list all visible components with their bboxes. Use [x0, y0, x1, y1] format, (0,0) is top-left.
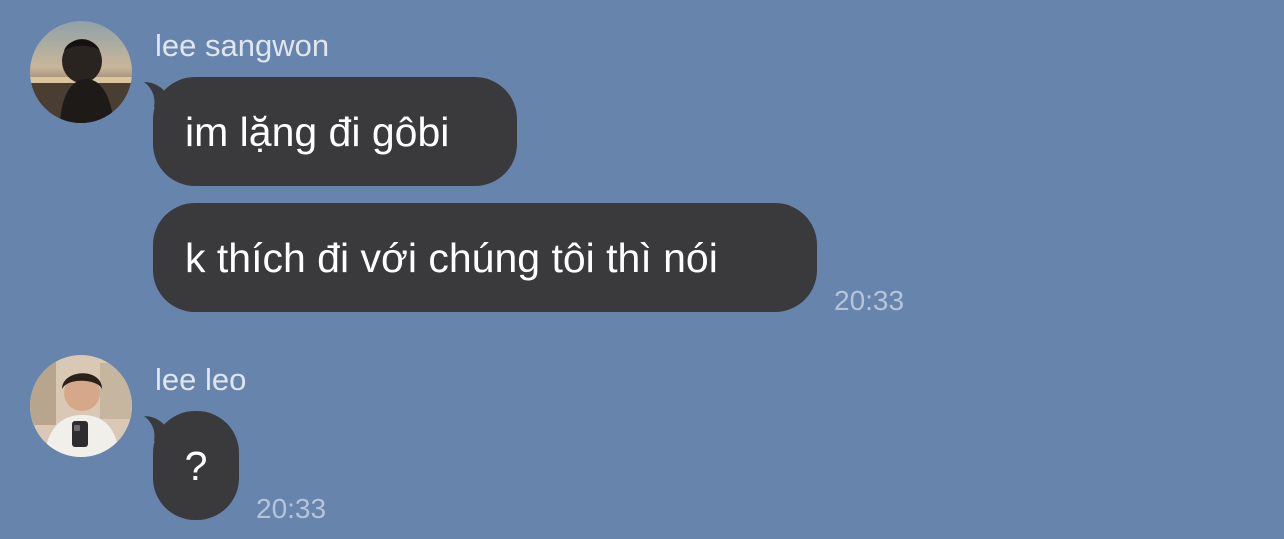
timestamp: 20:33	[256, 493, 327, 524]
mirror-selfie-profile-photo	[30, 355, 132, 457]
chat-thread: lee sangwon im lặng đi gôbi k thích đi v…	[0, 0, 1284, 539]
message-bubble[interactable]: im lặng đi gôbi	[153, 77, 517, 186]
sender-name: lee sangwon	[155, 28, 330, 63]
message-text: im lặng đi gôbi	[185, 108, 450, 155]
avatar[interactable]	[30, 21, 132, 123]
timestamp: 20:33	[834, 285, 905, 316]
sunset-profile-photo	[30, 21, 132, 123]
message-text: k thích đi với chúng tôi thì nói	[185, 234, 718, 281]
message-text: ?	[184, 442, 208, 489]
sender-name: lee leo	[155, 362, 247, 397]
message-bubble[interactable]: ?	[153, 411, 239, 520]
avatar[interactable]	[30, 355, 132, 457]
message-bubble[interactable]: k thích đi với chúng tôi thì nói	[153, 203, 817, 312]
